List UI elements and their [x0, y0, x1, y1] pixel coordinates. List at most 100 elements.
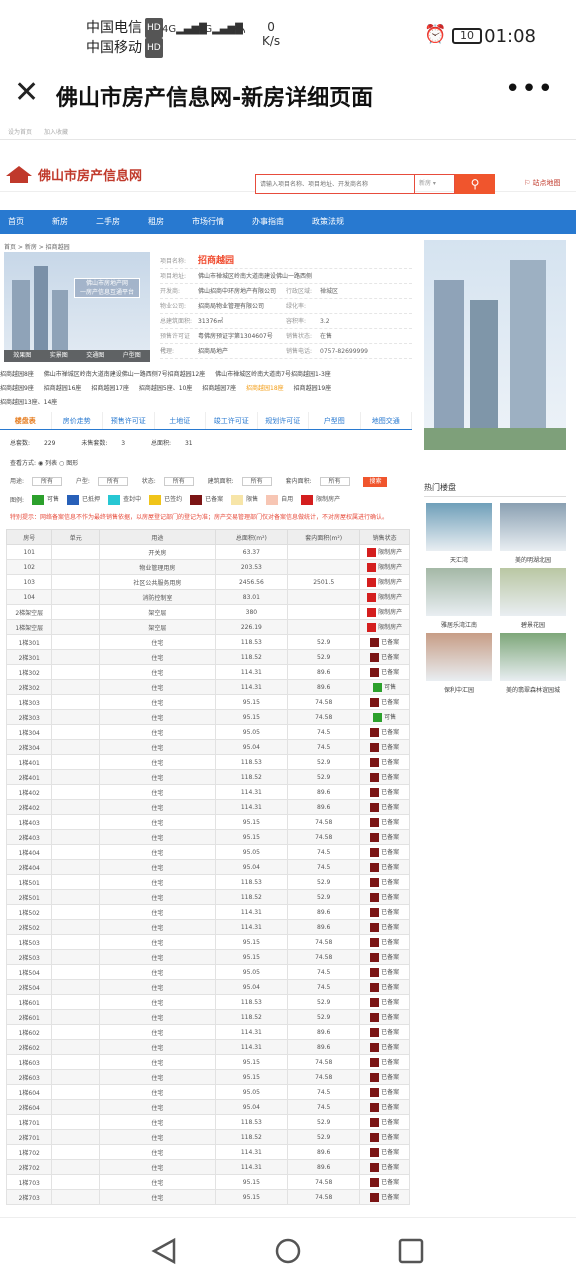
table-row[interactable]: 2梯架空层 架空层 380 限制房产 [5, 604, 410, 620]
filter-inner-area[interactable]: 所有 [319, 477, 350, 486]
table-row[interactable]: 2梯304 住宅 95.04 74.5 已备案 [5, 739, 410, 755]
table-row[interactable]: 1梯403 住宅 95.15 74.58 已备案 [5, 814, 410, 830]
more-icon[interactable]: ••• [505, 74, 554, 104]
mode-list-radio[interactable]: ◉ 列表 [38, 460, 57, 467]
nav-guide[interactable]: 办事指南 [252, 210, 284, 234]
building-link[interactable]: 招商越园8座 [0, 371, 34, 378]
table-row[interactable]: 2梯702 住宅 114.31 89.6 已备案 [5, 1159, 410, 1175]
hot-project-item[interactable]: 碧景花园 [498, 568, 568, 629]
building-link[interactable]: 佛山市禅城区岭南大道南建设佛山一路西侧7号招商越园12座 [44, 371, 205, 378]
search-input[interactable] [255, 174, 415, 194]
table-row[interactable]: 1梯604 住宅 95.05 74.5 已备案 [5, 1084, 410, 1100]
table-row[interactable]: 1梯701 住宅 118.53 52.9 已备案 [5, 1114, 410, 1130]
table-row[interactable]: 2梯404 住宅 95.04 74.5 已备案 [5, 859, 410, 875]
filter-status[interactable]: 所有 [163, 477, 194, 486]
table-row[interactable]: 2梯502 住宅 114.31 89.6 已备案 [5, 919, 410, 935]
add-favorite-link[interactable]: 加入收藏 [44, 129, 68, 136]
project-large-photo[interactable] [424, 240, 566, 450]
table-row[interactable]: 2梯604 住宅 95.04 74.5 已备案 [5, 1099, 410, 1115]
nav-home[interactable]: 首页 [8, 210, 24, 234]
table-row[interactable]: 1梯304 住宅 95.05 74.5 已备案 [5, 724, 410, 740]
table-row[interactable]: 1梯501 住宅 118.53 52.9 已备案 [5, 874, 410, 890]
building-link-active[interactable]: 招商越园18座 [246, 385, 284, 392]
filter-layout[interactable]: 所有 [97, 477, 128, 486]
table-row[interactable]: 2梯301 住宅 118.52 52.9 已备案 [5, 649, 410, 665]
search-button[interactable]: ⚲ [455, 174, 495, 194]
table-row[interactable]: 102 物业管理用房 203.53 限制房产 [5, 559, 410, 575]
hot-project-item[interactable]: 天汇湾 [424, 503, 494, 564]
filter-usage[interactable]: 所有 [31, 477, 62, 486]
nav-newhouse[interactable]: 新房 [52, 210, 68, 234]
hot-project-item[interactable]: 美的明湖北园 [498, 503, 568, 564]
table-row[interactable]: 2梯602 住宅 114.31 89.6 已备案 [5, 1039, 410, 1055]
table-row[interactable]: 1梯603 住宅 95.15 74.58 已备案 [5, 1054, 410, 1070]
tab-price-trend[interactable]: 房价走势 [52, 412, 103, 429]
project-photo[interactable]: 佛山市房地产网 一房产信息互通平台 效果图 实景图 交通图 户型图 [4, 252, 150, 362]
table-row[interactable]: 101 开关房 63.37 限制房产 [5, 544, 410, 560]
site-logo[interactable]: 佛山市房产信息网 [4, 162, 142, 184]
hot-project-item[interactable]: 雅居乐湾江南 [424, 568, 494, 629]
table-row[interactable]: 2梯501 住宅 118.52 52.9 已备案 [5, 889, 410, 905]
table-row[interactable]: 1梯401 住宅 118.53 52.9 已备案 [5, 754, 410, 770]
table-row[interactable]: 2梯503 住宅 95.15 74.58 已备案 [5, 949, 410, 965]
close-icon[interactable]: ✕ [14, 78, 39, 108]
tab-map[interactable]: 地图交通 [361, 412, 412, 429]
nav-secondhand[interactable]: 二手房 [96, 210, 120, 234]
building-link[interactable]: 招商越园19座 [294, 385, 332, 392]
tab-floorplan[interactable]: 户型图 [309, 412, 361, 429]
table-row[interactable]: 1梯404 住宅 95.05 74.5 已备案 [5, 844, 410, 860]
photo-tab[interactable]: 实景图 [41, 350, 78, 362]
nav-policy[interactable]: 政策法规 [312, 210, 344, 234]
nav-market[interactable]: 市场行情 [192, 210, 224, 234]
filter-search-button[interactable]: 搜索 [363, 477, 388, 487]
table-row[interactable]: 1梯602 住宅 114.31 89.6 已备案 [5, 1024, 410, 1040]
table-row[interactable]: 2梯504 住宅 95.04 74.5 已备案 [5, 979, 410, 995]
tab-presale-permit[interactable]: 预售许可证 [103, 412, 155, 429]
table-row[interactable]: 2梯303 住宅 95.15 74.58 可售 [5, 709, 410, 725]
table-row[interactable]: 1梯302 住宅 114.31 89.6 已备案 [5, 664, 410, 680]
back-icon[interactable] [150, 1236, 180, 1266]
set-homepage-link[interactable]: 设为首页 [8, 129, 32, 136]
tab-planning-permit[interactable]: 规划许可证 [258, 412, 309, 429]
table-row[interactable]: 2梯402 住宅 114.31 89.6 已备案 [5, 799, 410, 815]
table-row[interactable]: 1梯703 住宅 95.15 74.58 已备案 [5, 1174, 410, 1190]
tab-land-cert[interactable]: 土地证 [155, 412, 206, 429]
filter-area[interactable]: 所有 [241, 477, 272, 486]
table-row[interactable]: 1梯601 住宅 118.53 52.9 已备案 [5, 994, 410, 1010]
photo-tab[interactable]: 交通图 [77, 350, 114, 362]
building-link[interactable]: 招商越园16座 [44, 385, 82, 392]
table-row[interactable]: 2梯302 住宅 114.31 89.6 可售 [5, 679, 410, 695]
table-row[interactable]: 2梯403 住宅 95.15 74.58 已备案 [5, 829, 410, 845]
photo-tab[interactable]: 户型图 [114, 350, 151, 362]
table-row[interactable]: 1梯504 住宅 95.05 74.5 已备案 [5, 964, 410, 980]
hot-project-item[interactable]: 美的翡翠森林谊园城 [498, 633, 568, 694]
tab-completion-permit[interactable]: 竣工许可证 [206, 412, 258, 429]
table-row[interactable]: 1梯702 住宅 114.31 89.6 已备案 [5, 1144, 410, 1160]
building-link[interactable]: 招商越园7座 [202, 385, 236, 392]
building-link[interactable]: 招商越园9座 [0, 385, 34, 392]
tab-floor-table[interactable]: 楼盘表 [0, 412, 52, 429]
hot-project-item[interactable]: 保利中汇园 [424, 633, 494, 694]
building-link[interactable]: 招商越园13座、14座 [0, 399, 57, 406]
table-row[interactable]: 2梯601 住宅 118.52 52.9 已备案 [5, 1009, 410, 1025]
nav-rent[interactable]: 租房 [148, 210, 164, 234]
table-row[interactable]: 1梯架空层 架空层 226.19 限制房产 [5, 619, 410, 635]
recents-icon[interactable] [396, 1236, 426, 1266]
table-row[interactable]: 1梯402 住宅 114.31 89.6 已备案 [5, 784, 410, 800]
table-row[interactable]: 1梯503 住宅 95.15 74.58 已备案 [5, 934, 410, 950]
home-icon[interactable] [273, 1236, 303, 1266]
search-type-select[interactable]: 新房 ▾ [415, 174, 455, 194]
table-row[interactable]: 2梯603 住宅 95.15 74.58 已备案 [5, 1069, 410, 1085]
building-link[interactable]: 招商越园5座、10座 [139, 385, 192, 392]
table-row[interactable]: 1梯502 住宅 114.31 89.6 已备案 [5, 904, 410, 920]
building-link[interactable]: 佛山市禅城区岭南大道南7号招商越园1-3座 [215, 371, 331, 378]
table-row[interactable]: 103 社区公共服务用房 2456.56 2501.5 限制房产 [5, 574, 410, 590]
mode-graph-radio[interactable]: ○ 图形 [59, 460, 78, 467]
photo-tab[interactable]: 效果图 [4, 350, 41, 362]
building-link[interactable]: 招商越园17座 [91, 385, 129, 392]
table-row[interactable]: 104 消防控制室 83.01 限制房产 [5, 589, 410, 605]
table-row[interactable]: 2梯401 住宅 118.52 52.9 已备案 [5, 769, 410, 785]
sitemap-link[interactable]: ⚐ 站点地图 [524, 178, 561, 188]
table-row[interactable]: 1梯301 住宅 118.53 52.9 已备案 [5, 634, 410, 650]
table-row[interactable]: 2梯703 住宅 95.15 74.58 已备案 [5, 1189, 410, 1205]
